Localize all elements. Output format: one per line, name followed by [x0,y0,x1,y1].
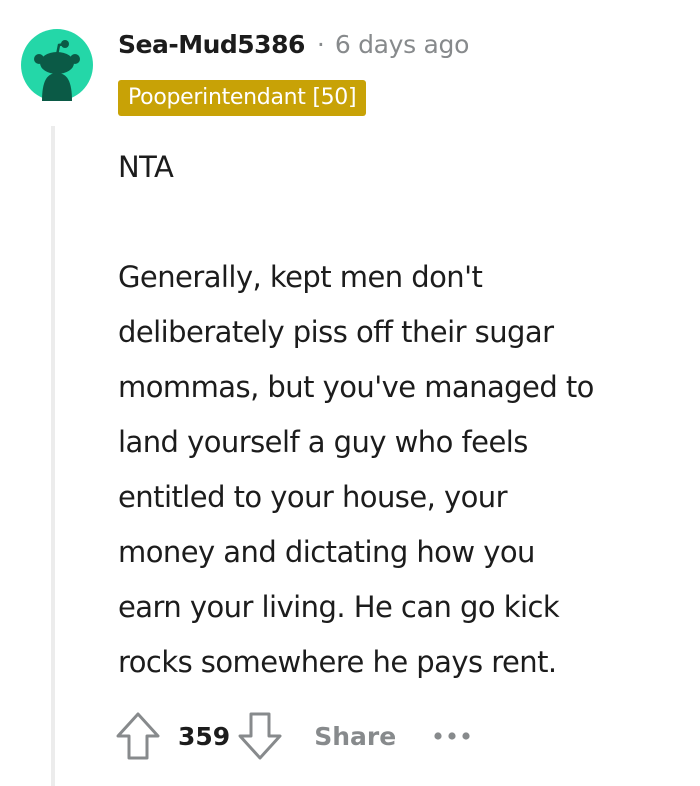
thread-line[interactable] [51,126,55,786]
comment-paragraph: Generally, kept men don't deliberately p… [118,260,594,679]
comment-paragraph: NTA [118,150,174,184]
username[interactable]: Sea-Mud5386 [118,30,305,59]
vote-score: 359 [178,721,231,751]
user-flair: Pooperintendant [50] [118,80,367,116]
comment-actions: 359 Share [112,708,472,764]
meta-separator: · [316,29,325,59]
comment-body: NTA Generally, kept men don't deliberate… [118,140,700,690]
downvote-arrow-icon[interactable] [234,708,286,764]
upvote-arrow-icon[interactable] [112,708,164,764]
timestamp[interactable]: 6 days ago [335,30,470,59]
share-button[interactable]: Share [314,722,396,751]
snoo-avatar-icon[interactable] [21,29,93,101]
more-options-icon[interactable] [432,708,472,764]
comment-meta: Sea-Mud5386 · 6 days ago [118,28,469,60]
comment: Sea-Mud5386 · 6 days ago Pooperintendant… [0,0,700,786]
